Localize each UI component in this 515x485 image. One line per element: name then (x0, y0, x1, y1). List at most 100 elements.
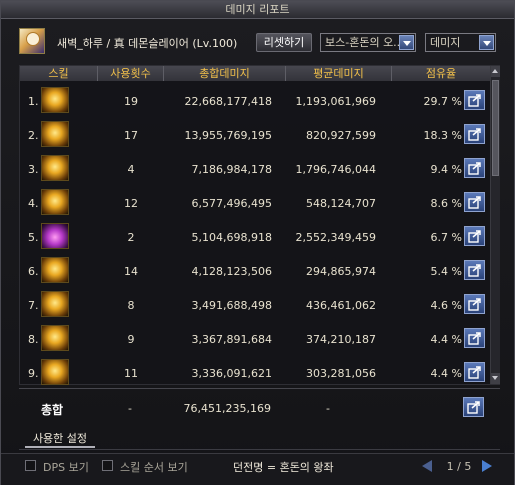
wave-blade-skill-icon (41, 257, 69, 283)
skill-share-button[interactable] (464, 158, 485, 178)
total-damage: 6,577,496,495 (191, 197, 272, 210)
average-damage: 294,865,974 (306, 265, 376, 278)
chevron-down-icon[interactable] (399, 35, 414, 50)
boss-select[interactable]: 보스-혼돈의 오... (320, 33, 416, 52)
skill-order-checkbox[interactable] (102, 460, 113, 471)
share-arrow-icon (468, 298, 481, 311)
scroll-thumb[interactable] (492, 80, 499, 176)
damage-type-value: 데미지 (430, 36, 461, 49)
scroll-up-arrow-icon[interactable] (491, 66, 500, 77)
total-row: 총합 - 76,451,235,169 - (19, 390, 500, 424)
total-damage: 3,491,688,498 (191, 299, 272, 312)
total-divider (19, 388, 500, 389)
damage-share: 6.7 % (430, 231, 462, 244)
damage-share: 5.4 % (430, 265, 462, 278)
share-arrow-icon (468, 366, 481, 379)
damage-share: 9.4 % (430, 163, 462, 176)
share-arrow-icon (467, 401, 480, 414)
total-damage: 3,336,091,621 (191, 367, 272, 380)
reset-button[interactable]: 리셋하기 (256, 33, 312, 52)
skill-share-button[interactable] (464, 124, 485, 144)
share-arrow-icon (468, 128, 481, 141)
column-share: 점유율 (425, 67, 457, 80)
total-damage: 7,186,984,178 (191, 163, 272, 176)
chain-slash-skill-icon (41, 121, 69, 147)
total-damage: 13,955,769,195 (184, 129, 272, 142)
table-row: 9. 11 3,336,091,621 303,281,056 4.4 % (20, 355, 490, 389)
average-damage: 820,927,599 (306, 129, 376, 142)
cross-chain-skill-icon (41, 291, 69, 317)
average-damage: 2,552,349,459 (295, 231, 376, 244)
rank-number: 2. (28, 129, 39, 142)
rank-number: 6. (28, 265, 39, 278)
rank-number: 9. (28, 367, 39, 380)
character-portrait-icon (19, 28, 45, 54)
skill-share-button[interactable] (464, 90, 485, 110)
average-damage: 1,193,061,969 (295, 95, 376, 108)
character-name: 새벽_하루 / 真 데몬슬레이어 (Lv.100) (57, 37, 238, 50)
average-damage: 1,796,746,044 (295, 163, 376, 176)
use-count: 9 (127, 333, 135, 346)
damage-type-select[interactable]: 데미지 (425, 33, 496, 52)
boss-select-value: 보스-혼돈의 오... (325, 36, 404, 49)
rank-number: 4. (28, 197, 39, 210)
table-row: 3. 4 7,186,984,178 1,796,746,044 9.4 % (20, 151, 490, 185)
total-average: - (326, 402, 330, 415)
table-scrollbar[interactable] (490, 66, 500, 384)
skill-share-button[interactable] (464, 260, 485, 280)
golden-blades-skill-icon (41, 87, 69, 113)
table-row: 7. 8 3,491,688,498 436,461,062 4.6 % (20, 287, 490, 321)
use-count: 14 (124, 265, 138, 278)
skill-share-button[interactable] (464, 294, 485, 314)
rank-number: 7. (28, 299, 39, 312)
rank-number: 1. (28, 95, 39, 108)
column-total-damage: 총합데미지 (164, 66, 286, 81)
skill-share-button[interactable] (464, 362, 485, 382)
damage-share: 4.6 % (430, 299, 462, 312)
share-arrow-icon (468, 264, 481, 277)
golden-swirl-skill-icon (41, 155, 69, 181)
rank-number: 3. (28, 163, 39, 176)
skill-share-button[interactable] (464, 226, 485, 246)
total-share-button[interactable] (463, 397, 484, 417)
purple-demon-skill-icon (41, 223, 69, 249)
use-count: 2 (127, 231, 135, 244)
total-damage: 3,367,891,684 (191, 333, 272, 346)
column-skill: 스킬 (20, 66, 98, 81)
skill-share-button[interactable] (464, 328, 485, 348)
total-label: 총합 (41, 403, 64, 417)
whip-strike-skill-icon (41, 325, 69, 351)
column-average-damage: 평균데미지 (286, 66, 392, 81)
table-row: 5. 2 5,104,698,918 2,552,349,459 6.7 % (20, 219, 490, 253)
damage-share: 18.3 % (423, 129, 462, 142)
total-damage: 76,451,235,169 (183, 402, 271, 415)
title-bar[interactable]: 데미지 리포트 (1, 1, 514, 19)
share-arrow-icon (468, 230, 481, 243)
average-damage: 374,210,187 (306, 333, 376, 346)
dps-checkbox[interactable] (25, 460, 36, 471)
damage-share: 8.6 % (430, 197, 462, 210)
tab-divider (19, 449, 500, 450)
table-row: 6. 14 4,128,123,506 294,865,974 5.4 % (20, 253, 490, 287)
spin-slash-skill-icon (41, 189, 69, 215)
damage-share: 29.7 % (423, 95, 462, 108)
light-burst-skill-icon (41, 359, 69, 385)
dungeon-name: 던전명 = 혼돈의 왕좌 (233, 461, 334, 474)
footer-bar: DPS 보기 스킬 순서 보기 던전명 = 혼돈의 왕좌 1 / 5 (1, 453, 514, 485)
use-count: 19 (124, 95, 138, 108)
table-row: 1. 19 22,668,177,418 1,193,061,969 29.7 % (20, 83, 490, 117)
total-damage: 4,128,123,506 (191, 265, 272, 278)
damage-share: 4.4 % (430, 333, 462, 346)
rank-number: 8. (28, 333, 39, 346)
scroll-down-arrow-icon[interactable] (491, 373, 500, 384)
tab-used-settings[interactable]: 사용한 설정 (25, 430, 95, 448)
previous-page-arrow-icon[interactable] (422, 460, 432, 472)
average-damage: 303,281,056 (306, 367, 376, 380)
use-count: 17 (124, 129, 138, 142)
use-count: 4 (127, 163, 135, 176)
column-use-count: 사용횟수 (98, 66, 164, 81)
skill-share-button[interactable] (464, 192, 485, 212)
average-damage: 436,461,062 (306, 299, 376, 312)
chevron-down-icon[interactable] (479, 35, 494, 50)
next-page-arrow-icon[interactable] (482, 460, 492, 472)
